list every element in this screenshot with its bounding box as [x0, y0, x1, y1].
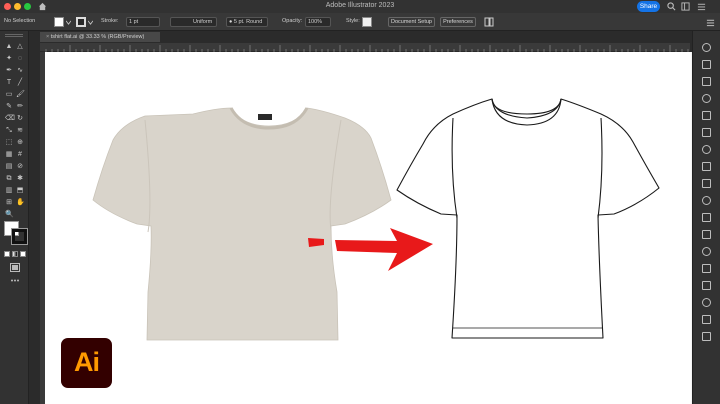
stroke-color-box[interactable]	[11, 228, 28, 245]
style-label: Style:	[346, 18, 360, 24]
graphic-styles-icon[interactable]	[702, 162, 711, 171]
photo-tshirt[interactable]	[92, 107, 392, 341]
transform-icon[interactable]	[702, 281, 711, 290]
zoom-tool-icon[interactable]: 🔍	[5, 211, 14, 219]
stroke-swatch[interactable]	[76, 17, 86, 27]
rectangle-tool-icon[interactable]: ▭	[5, 91, 13, 99]
magic-wand-icon[interactable]: ✦	[5, 55, 13, 63]
shape-builder-icon[interactable]: ⊕	[16, 139, 24, 147]
brush-value: 5 pt. Round	[233, 19, 263, 25]
libraries-icon[interactable]	[702, 77, 711, 86]
profile-value: Uniform	[193, 19, 213, 25]
artboards-icon[interactable]	[702, 298, 711, 307]
width-tool-icon[interactable]: ≋	[16, 127, 24, 135]
toolbar-grip[interactable]	[5, 34, 23, 37]
gradient-panel-icon[interactable]	[702, 230, 711, 239]
horizontal-ruler[interactable]	[40, 43, 690, 52]
logo-text: Ai	[74, 347, 100, 377]
color-icon[interactable]	[702, 94, 711, 103]
column-graph-icon[interactable]: ▥	[5, 187, 13, 195]
document-tab-label: tshirt flat.ai @ 33.33 % (RGB/Preview)	[50, 34, 145, 40]
share-button[interactable]: Share	[637, 1, 660, 12]
brush-definition[interactable]: ● 5 pt. Round	[226, 17, 268, 27]
properties-icon[interactable]	[702, 43, 711, 52]
gradient-tool-icon[interactable]: ▤	[5, 163, 13, 171]
scale-tool-icon[interactable]: ⤡	[5, 127, 13, 135]
none-mode-icon[interactable]	[20, 251, 26, 257]
lasso-icon[interactable]: ◌	[16, 55, 24, 63]
free-transform-icon[interactable]: ⬚	[5, 139, 13, 147]
blend-tool-icon[interactable]: ⧉	[5, 175, 13, 183]
more-icon[interactable]	[697, 2, 706, 11]
control-bar: No Selection Stroke: 1 pt Uniform ● 5 pt…	[0, 13, 720, 31]
fill-swatch[interactable]	[54, 17, 64, 27]
search-icon[interactable]	[667, 2, 676, 11]
edit-toolbar-icon[interactable]	[10, 278, 20, 283]
links-icon[interactable]	[702, 315, 711, 324]
workspace-switcher-icon[interactable]	[681, 2, 690, 11]
stroke-weight-field[interactable]: 1 pt	[126, 17, 160, 27]
panel-dock	[692, 31, 720, 404]
app-title: Adobe Illustrator 2023	[325, 2, 395, 9]
opacity-field[interactable]: 100%	[305, 17, 331, 27]
slice-tool-icon[interactable]: ⊞	[5, 199, 13, 207]
rotate-tool-icon[interactable]: ↻	[16, 115, 24, 123]
pathfinder-icon[interactable]	[702, 264, 711, 273]
document-tab[interactable]: × tshirt flat.ai @ 33.33 % (RGB/Preview)	[40, 32, 160, 42]
title-bar: Adobe Illustrator 2023 Share	[0, 0, 720, 13]
curvature-tool-icon[interactable]: ∿	[16, 67, 24, 75]
arrange-documents-icon[interactable]	[484, 17, 494, 27]
selection-status: No Selection	[4, 18, 36, 24]
panel-menu-icon[interactable]	[706, 18, 715, 27]
paintbrush-icon[interactable]: 🖌	[16, 91, 25, 99]
illustrator-logo: Ai	[61, 338, 112, 388]
stroke-label: Stroke:	[101, 18, 119, 24]
symbols-icon[interactable]	[702, 145, 711, 154]
align-icon[interactable]	[702, 247, 711, 256]
mesh-tool-icon[interactable]: #	[16, 151, 24, 159]
pen-tool-icon[interactable]: ✒	[5, 67, 13, 75]
transparency-icon[interactable]	[702, 196, 711, 205]
color-mode-icon[interactable]	[4, 251, 10, 257]
flat-sketch-tshirt[interactable]	[396, 98, 660, 339]
artboard-tool-icon[interactable]: ⬒	[16, 187, 24, 195]
shaper-tool-icon[interactable]: ✎	[5, 103, 13, 111]
layers-icon[interactable]	[702, 60, 711, 69]
gradient-mode-icon[interactable]	[12, 251, 18, 257]
selection-tool-icon[interactable]: ▲	[5, 43, 13, 51]
type-tool-icon[interactable]: T	[5, 79, 13, 87]
hand-tool-icon[interactable]: ✋	[16, 199, 25, 207]
symbol-sprayer-icon[interactable]: ✱	[16, 175, 24, 183]
appearance-icon[interactable]	[702, 179, 711, 188]
stroke-panel-icon[interactable]	[702, 213, 711, 222]
tools-panel: ▲ △ ✦ ◌ ✒ ∿ T ╱ ▭ 🖌 ✎ ✏ ⌫ ↻ ⤡ ≋ ⬚ ⊕ ▦ # ▤ ⊘ ⧉ ✱ ▥ ⬒ ⊞ ✋ 🔍	[0, 31, 29, 404]
eraser-icon[interactable]: ⌫	[5, 115, 15, 123]
brand-label	[258, 114, 272, 120]
perspective-grid-icon[interactable]: ▦	[5, 151, 13, 159]
eyedropper-icon[interactable]: ⊘	[16, 163, 24, 171]
chevron-down-icon[interactable]	[88, 20, 93, 25]
brushes-icon[interactable]	[702, 128, 711, 137]
asset-export-icon[interactable]	[702, 332, 711, 341]
pencil-icon[interactable]: ✏	[16, 103, 24, 111]
graphic-style-swatch[interactable]	[362, 17, 372, 27]
document-setup-button[interactable]: Document Setup	[388, 17, 435, 27]
screen-mode-icon[interactable]	[10, 263, 20, 272]
swatches-icon[interactable]	[702, 111, 711, 120]
line-segment-icon[interactable]: ╱	[16, 79, 24, 87]
opacity-label: Opacity:	[282, 18, 303, 24]
variable-width-profile[interactable]: Uniform	[170, 17, 217, 27]
artboard[interactable]	[45, 52, 691, 404]
direct-selection-tool-icon[interactable]: △	[16, 43, 24, 51]
chevron-down-icon[interactable]	[66, 20, 71, 25]
preferences-button[interactable]: Preferences	[440, 17, 476, 27]
